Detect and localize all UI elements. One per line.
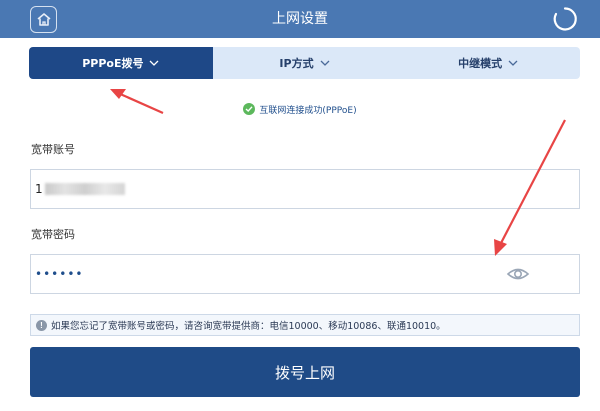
top-bar: 上网设置 — [0, 0, 600, 38]
password-field[interactable]: •••••• — [30, 254, 580, 294]
dial-connect-button[interactable]: 拨号上网 — [30, 347, 580, 397]
redacted-account-text — [44, 183, 125, 195]
chevron-down-icon — [508, 60, 518, 66]
help-tip: ! 如果您忘记了宽带账号或密码，请咨询宽带提供商：电信10000、移动10086… — [30, 314, 580, 336]
tab-pppoe-label: PPPoE拨号 — [82, 57, 144, 70]
tab-relay-mode-label: 中继模式 — [458, 57, 503, 70]
eye-icon[interactable] — [506, 264, 530, 284]
refresh-icon — [553, 7, 577, 31]
connection-mode-tabs: PPPoE拨号 IP方式 中继模式 — [29, 47, 580, 79]
password-value: •••••• — [35, 267, 84, 281]
tab-relay-mode[interactable]: 中继模式 — [396, 47, 580, 79]
page-title: 上网设置 — [272, 11, 328, 27]
connection-status: 互联网连接成功(PPPoE) — [0, 101, 600, 117]
chevron-down-icon — [149, 60, 159, 66]
help-tip-text: 如果您忘记了宽带账号或密码，请咨询宽带提供商：电信10000、移动10086、联… — [51, 321, 446, 332]
password-label: 宽带密码 — [31, 228, 75, 241]
account-value: 1 — [35, 182, 43, 196]
account-field[interactable]: 1 — [30, 169, 580, 209]
info-icon: ! — [36, 319, 47, 331]
connection-status-text: 互联网连接成功(PPPoE) — [259, 105, 357, 116]
tab-ip-mode-label: IP方式 — [279, 57, 314, 70]
tab-pppoe[interactable]: PPPoE拨号 — [29, 47, 213, 79]
tab-ip-mode[interactable]: IP方式 — [213, 47, 397, 79]
refresh-button[interactable] — [552, 6, 578, 32]
check-circle-icon — [243, 103, 256, 115]
account-label: 宽带账号 — [31, 143, 75, 156]
chevron-down-icon — [320, 60, 330, 66]
